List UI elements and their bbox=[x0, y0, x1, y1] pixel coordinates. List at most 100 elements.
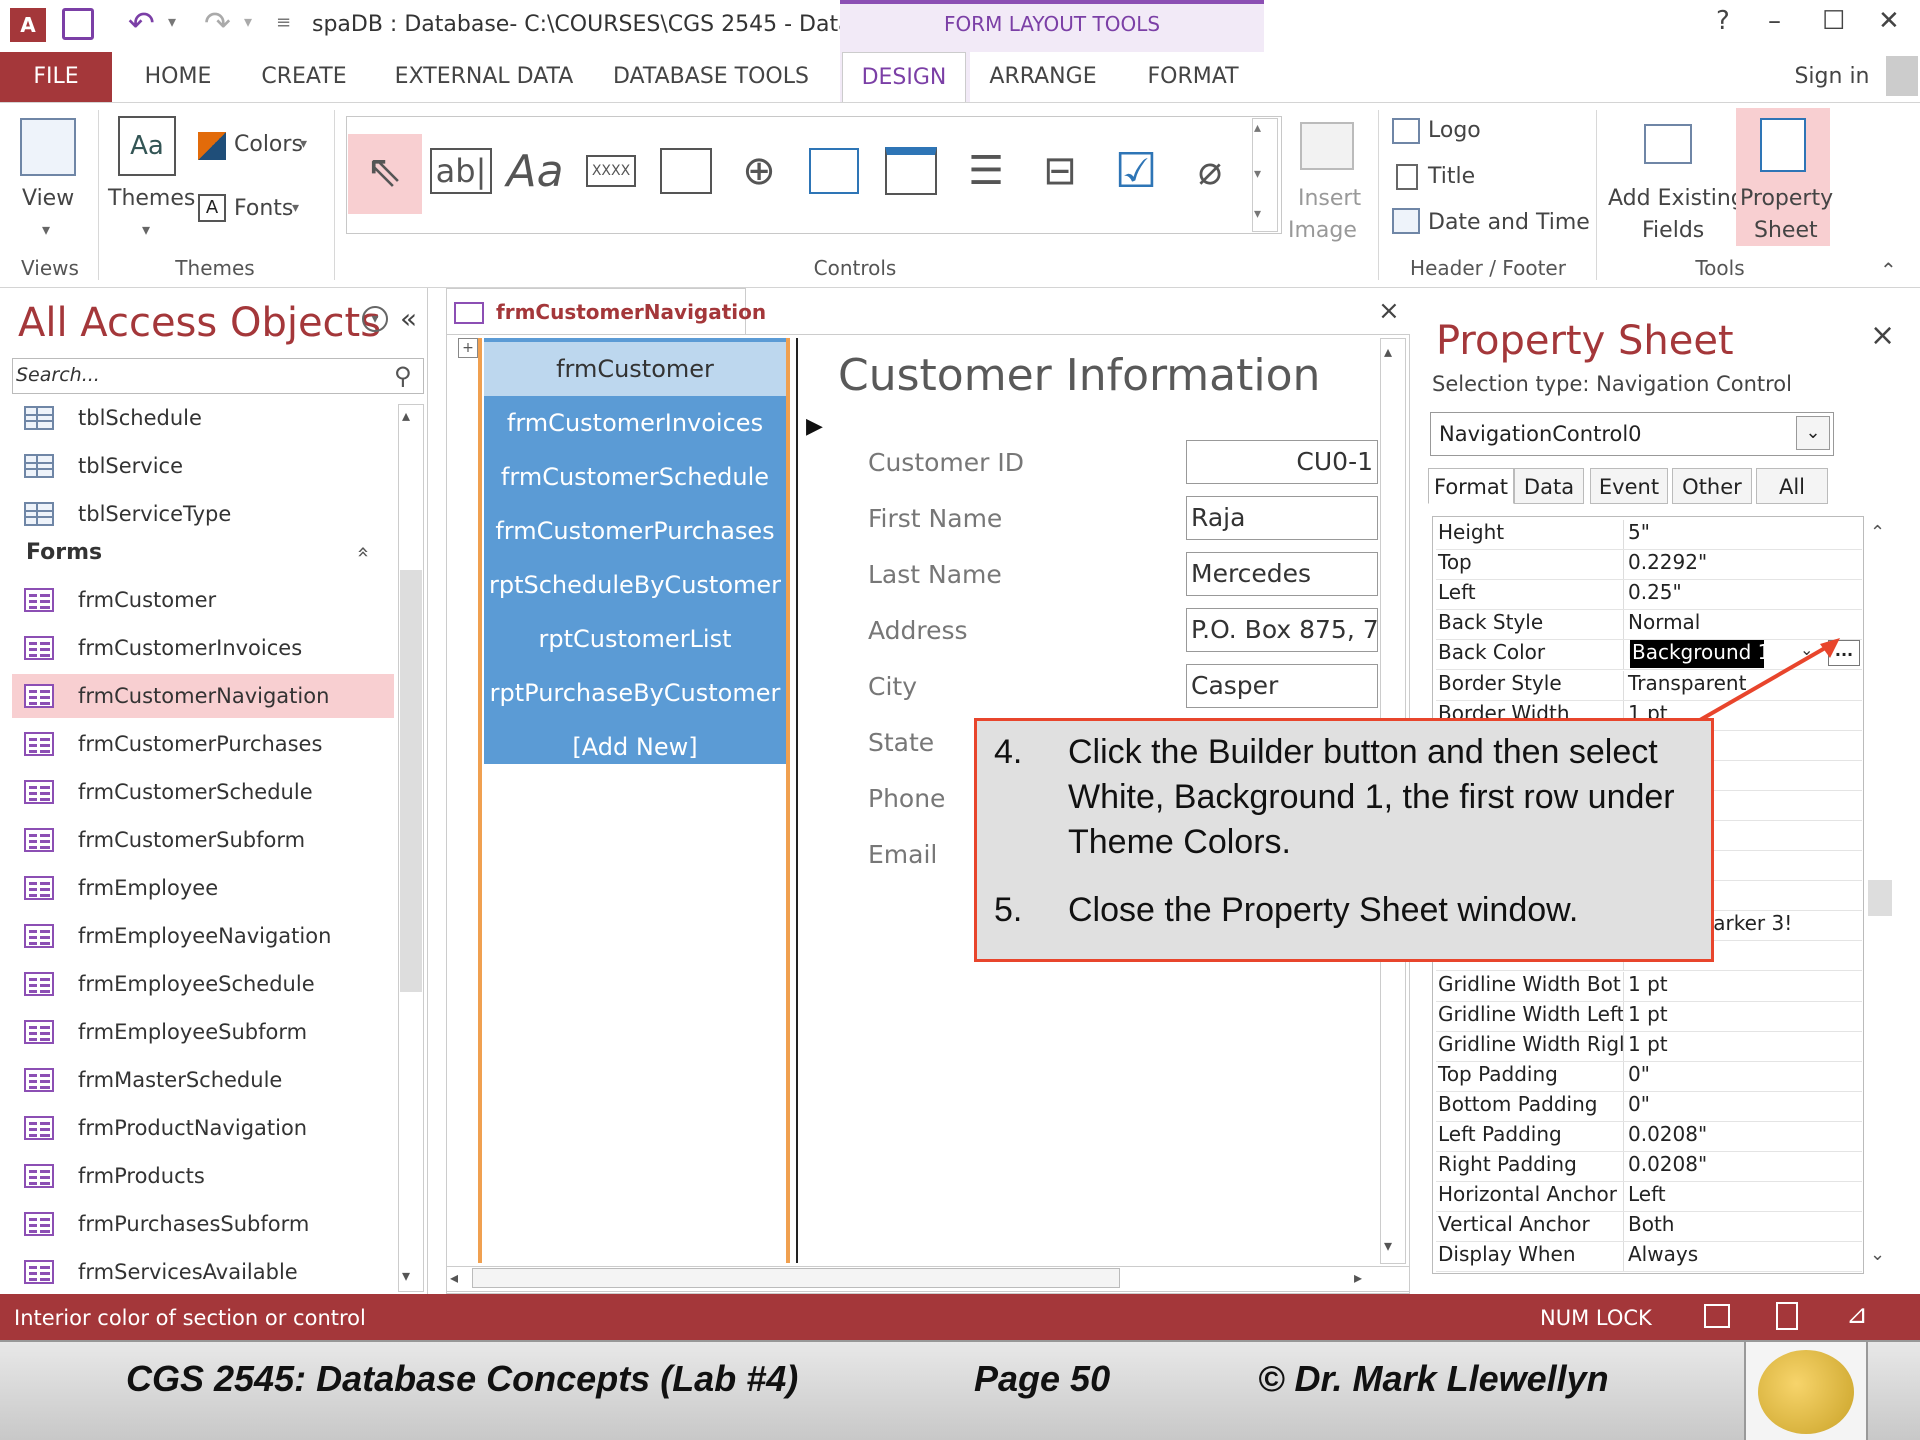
property-row[interactable]: Top 0.2292" bbox=[1436, 550, 1862, 581]
list-item[interactable]: frmProducts bbox=[24, 1154, 394, 1198]
ps-tab-all[interactable]: All bbox=[1756, 468, 1828, 504]
add-existing-fields-icon[interactable] bbox=[1644, 124, 1692, 164]
view-button-label[interactable]: View bbox=[22, 186, 74, 211]
property-scroll-down-icon[interactable]: ⌄ bbox=[1870, 1244, 1885, 1265]
select-pointer-icon[interactable]: ⇖ bbox=[352, 142, 416, 200]
list-item[interactable]: frmProductNavigation bbox=[24, 1106, 394, 1150]
add-existing-label-1[interactable]: Add Existing bbox=[1608, 186, 1745, 211]
field-textbox[interactable]: Raja bbox=[1186, 496, 1378, 540]
nav-button[interactable]: rptCustomerList bbox=[484, 612, 786, 666]
attachment-control-icon[interactable]: ⌀ bbox=[1182, 142, 1238, 200]
nav-scroll-thumb[interactable] bbox=[400, 570, 422, 992]
ps-tab-other[interactable]: Other bbox=[1672, 468, 1752, 504]
list-item[interactable]: frmCustomerInvoices bbox=[24, 626, 394, 670]
ps-tab-event[interactable]: Event bbox=[1590, 468, 1668, 504]
nav-section-forms[interactable]: Forms bbox=[26, 540, 102, 565]
list-item[interactable]: frmCustomerSchedule bbox=[24, 770, 394, 814]
help-button[interactable]: ? bbox=[1716, 6, 1730, 36]
button-control-icon[interactable]: XXXX bbox=[580, 142, 642, 200]
list-item[interactable]: frmCustomerNavigation bbox=[12, 674, 394, 718]
gallery-more-icon[interactable]: ▾ bbox=[1254, 206, 1261, 222]
property-value[interactable]: 1 pt bbox=[1624, 1032, 1862, 1061]
property-value[interactable]: 5" bbox=[1624, 520, 1862, 549]
property-value[interactable]: Left bbox=[1624, 1182, 1862, 1211]
collapse-ribbon-icon[interactable]: ⌃ bbox=[1880, 258, 1897, 282]
hyperlink-control-icon[interactable]: ⊕ bbox=[728, 142, 790, 200]
property-row[interactable]: Display When Always bbox=[1436, 1242, 1862, 1273]
move-handle-icon[interactable]: + bbox=[458, 338, 478, 358]
gallery-scroll-down-icon[interactable]: ▾ bbox=[1254, 166, 1261, 182]
list-item[interactable]: tblService bbox=[24, 444, 394, 488]
property-row[interactable]: Right Padding 0.0208" bbox=[1436, 1152, 1862, 1183]
view-dropdown-icon[interactable]: ▾ bbox=[42, 220, 50, 239]
nav-scroll-down-icon[interactable]: ▾ bbox=[402, 1266, 410, 1285]
close-document-button[interactable]: × bbox=[1378, 296, 1400, 326]
property-row[interactable]: Top Padding 0" bbox=[1436, 1061, 1862, 1092]
web-browser-control-icon[interactable] bbox=[806, 142, 862, 200]
ps-tab-data[interactable]: Data bbox=[1514, 468, 1584, 504]
property-scroll-up-icon[interactable]: ⌃ bbox=[1870, 522, 1885, 543]
date-time-icon[interactable] bbox=[1392, 208, 1420, 234]
minimize-button[interactable]: – bbox=[1768, 6, 1781, 36]
property-value[interactable]: 0.2292" bbox=[1624, 550, 1862, 579]
nav-button[interactable]: rptPurchaseByCustomer bbox=[484, 666, 786, 720]
property-value[interactable]: Always bbox=[1624, 1242, 1862, 1271]
list-item[interactable]: frmEmployee bbox=[24, 866, 394, 910]
checkbox-control-icon[interactable]: ☑ bbox=[1104, 142, 1168, 200]
gallery-scroll-up-icon[interactable]: ▴ bbox=[1254, 120, 1261, 136]
add-existing-label-2[interactable]: Fields bbox=[1642, 218, 1704, 243]
tab-file[interactable]: FILE bbox=[0, 52, 112, 102]
user-avatar-icon[interactable] bbox=[1886, 56, 1918, 96]
undo-dropdown-icon[interactable]: ▾ bbox=[168, 12, 176, 31]
combo-box-control-icon[interactable]: ⊟ bbox=[1030, 142, 1090, 200]
title-button[interactable]: Title bbox=[1428, 164, 1475, 189]
colors-button[interactable]: Colors bbox=[234, 132, 303, 157]
fonts-icon[interactable]: A bbox=[198, 194, 226, 222]
nav-button[interactable]: frmCustomerInvoices bbox=[484, 396, 786, 450]
property-sheet-label-1[interactable]: Property bbox=[1740, 186, 1833, 211]
redo-dropdown-icon[interactable]: ▾ bbox=[244, 12, 252, 31]
themes-button-label[interactable]: Themes bbox=[108, 186, 195, 211]
title-icon[interactable] bbox=[1396, 164, 1418, 190]
textbox-control-icon[interactable]: ab| bbox=[429, 142, 493, 200]
tab-home[interactable]: HOME bbox=[128, 52, 228, 102]
property-row[interactable]: Gridline Width Rigl 1 pt bbox=[1436, 1031, 1862, 1062]
list-item[interactable]: frmServicesAvailable bbox=[24, 1250, 394, 1294]
field-textbox[interactable]: Mercedes bbox=[1186, 552, 1378, 596]
form-view-icon[interactable] bbox=[1704, 1304, 1730, 1328]
view-icon[interactable] bbox=[20, 118, 76, 176]
nav-button[interactable]: frmCustomerPurchases bbox=[484, 504, 786, 558]
property-value[interactable]: Both bbox=[1624, 1212, 1862, 1241]
date-time-button[interactable]: Date and Time bbox=[1428, 210, 1590, 235]
field-textbox[interactable]: P.O. Box 875, 708 bbox=[1186, 608, 1378, 652]
property-row[interactable]: Gridline Width Left 1 pt bbox=[1436, 1001, 1862, 1032]
nav-menu-dropdown-icon[interactable]: ▾ bbox=[362, 306, 388, 332]
colors-icon[interactable] bbox=[198, 132, 226, 160]
chevron-down-icon[interactable]: ⌄ bbox=[1796, 416, 1830, 450]
doc-scroll-down-icon[interactable]: ▾ bbox=[1384, 1236, 1392, 1255]
nav-button[interactable]: frmCustomerSchedule bbox=[484, 450, 786, 504]
doc-hscroll-thumb[interactable] bbox=[472, 1268, 1120, 1288]
property-value[interactable]: 0" bbox=[1624, 1092, 1862, 1121]
tab-format[interactable]: FORMAT bbox=[1128, 52, 1258, 102]
property-value[interactable]: 0.25" bbox=[1624, 580, 1862, 609]
insert-image-label-1[interactable]: Insert bbox=[1298, 186, 1361, 211]
design-view-icon[interactable]: ⊿ bbox=[1846, 1300, 1868, 1330]
navigation-control-icon[interactable] bbox=[882, 142, 940, 200]
list-item[interactable]: frmPurchasesSubform bbox=[24, 1202, 394, 1246]
property-value[interactable]: 0.0208" bbox=[1624, 1122, 1862, 1151]
tab-create[interactable]: CREATE bbox=[248, 52, 360, 102]
list-item[interactable]: frmCustomerPurchases bbox=[24, 722, 394, 766]
label-control-icon[interactable]: Aa bbox=[500, 142, 570, 200]
property-row[interactable]: Bottom Padding 0" bbox=[1436, 1091, 1862, 1122]
option-group-icon[interactable]: ☰ bbox=[956, 142, 1016, 200]
close-window-button[interactable]: ✕ bbox=[1878, 6, 1900, 36]
nav-scroll-up-icon[interactable]: ▴ bbox=[402, 406, 410, 425]
field-textbox[interactable]: CU0-1 bbox=[1186, 440, 1378, 484]
property-row[interactable]: Left Padding 0.0208" bbox=[1436, 1122, 1862, 1152]
undo-icon[interactable]: ↶ bbox=[128, 4, 155, 42]
list-item[interactable]: frmEmployeeSchedule bbox=[24, 962, 394, 1006]
tab-database-tools[interactable]: DATABASE TOOLS bbox=[606, 52, 816, 102]
themes-icon[interactable]: Aa bbox=[118, 116, 176, 176]
property-value[interactable]: 0.0208" bbox=[1624, 1152, 1862, 1181]
